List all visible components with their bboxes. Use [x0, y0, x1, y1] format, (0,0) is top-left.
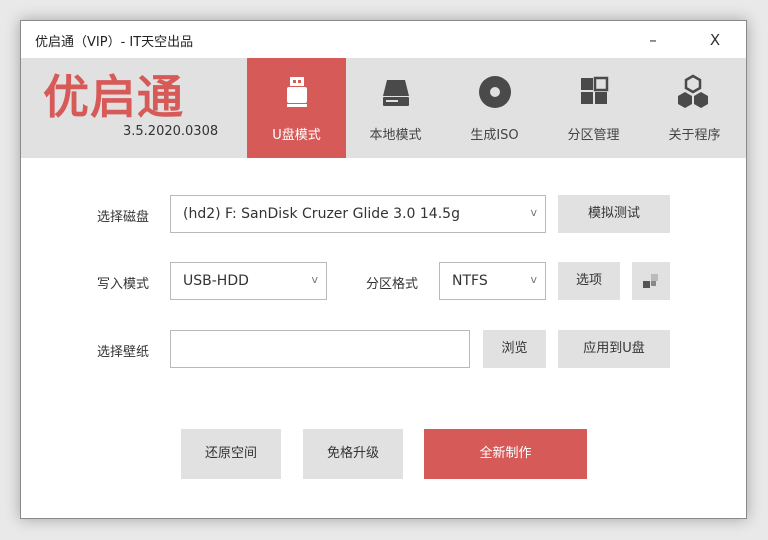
disk-select-value: (hd2) F: SanDisk Cruzer Glide 3.0 14.5g	[183, 206, 460, 222]
wallpaper-label: 选择壁纸	[97, 345, 150, 360]
tab-make-iso[interactable]: 生成ISO	[445, 58, 544, 158]
tab-label: 生成ISO	[470, 128, 519, 143]
partition-grid-icon	[581, 76, 609, 104]
upgrade-without-format-button[interactable]: 免格升级	[303, 429, 403, 479]
options-button[interactable]: 选项	[558, 262, 620, 300]
tab-usb-mode[interactable]: U盘模式	[247, 58, 346, 158]
tab-about[interactable]: 关于程序	[643, 58, 746, 158]
write-mode-label: 写入模式	[97, 277, 150, 292]
window-title: 优启通（VIP）- IT天空出品	[35, 35, 194, 50]
disk-label: 选择磁盘	[97, 210, 150, 225]
apply-to-usb-button[interactable]: 应用到U盘	[558, 330, 670, 368]
tab-label: 分区管理	[567, 128, 620, 143]
partition-format-select[interactable]: NTFS v	[439, 262, 546, 300]
write-mode-value: USB-HDD	[183, 273, 249, 289]
advanced-settings-button[interactable]	[632, 262, 670, 300]
restore-space-button[interactable]: 还原空间	[181, 429, 281, 479]
disc-icon	[479, 76, 511, 108]
version-label: 3.5.2020.0308	[123, 124, 219, 139]
app-window: 优启通（VIP）- IT天空出品 – X 优启通 3.5.2020.0308 U…	[20, 20, 747, 519]
main-toolbar: 优启通 3.5.2020.0308 U盘模式 本地模式 生成ISO 分区管理 关…	[21, 58, 746, 158]
tab-local-mode[interactable]: 本地模式	[346, 58, 445, 158]
tab-label: 关于程序	[668, 128, 721, 143]
app-logo: 优启通	[43, 70, 184, 124]
create-new-button[interactable]: 全新制作	[424, 429, 587, 479]
wallpaper-input[interactable]	[170, 330, 470, 368]
about-cubes-icon	[678, 74, 708, 108]
tab-label: U盘模式	[272, 128, 321, 143]
blocks-icon	[643, 274, 658, 288]
browse-button[interactable]: 浏览	[483, 330, 546, 368]
minimize-button[interactable]: –	[635, 28, 671, 52]
chevron-down-icon: v	[530, 206, 537, 219]
tab-label: 本地模式	[369, 128, 422, 143]
simulate-test-button[interactable]: 模拟测试	[558, 195, 670, 233]
title-bar: 优启通（VIP）- IT天空出品 – X	[21, 21, 746, 58]
usb-drive-icon	[287, 77, 307, 107]
partition-format-label: 分区格式	[366, 277, 419, 292]
tab-partition-manager[interactable]: 分区管理	[544, 58, 643, 158]
disk-select[interactable]: (hd2) F: SanDisk Cruzer Glide 3.0 14.5g …	[170, 195, 546, 233]
partition-format-value: NTFS	[452, 273, 488, 289]
write-mode-select[interactable]: USB-HDD v	[170, 262, 327, 300]
chevron-down-icon: v	[530, 273, 537, 286]
chevron-down-icon: v	[311, 273, 318, 286]
hard-disk-icon	[383, 80, 409, 106]
close-button[interactable]: X	[697, 28, 733, 52]
